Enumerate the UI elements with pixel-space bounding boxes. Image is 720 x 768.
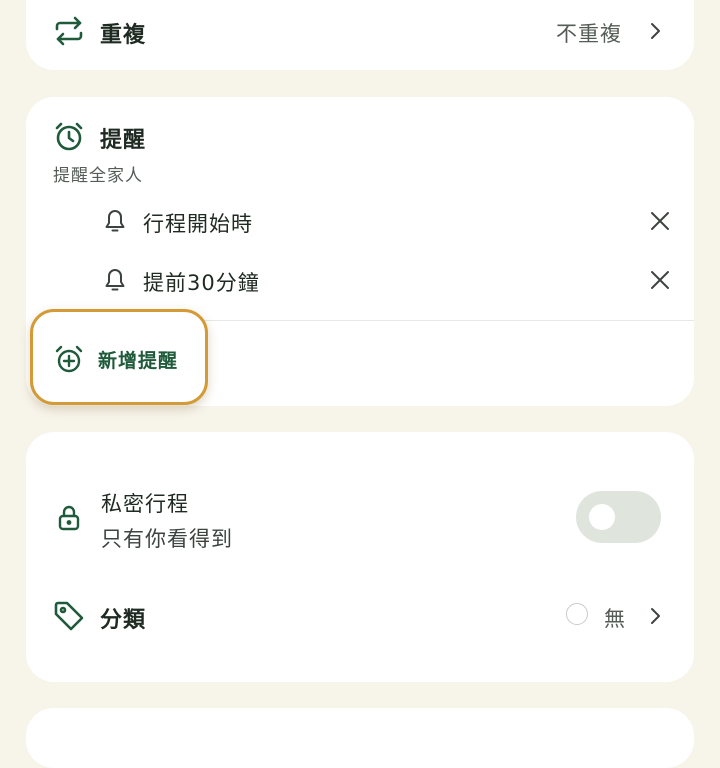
category-color-indicator[interactable] xyxy=(566,603,588,625)
lock-icon xyxy=(57,504,81,532)
next-card xyxy=(26,708,694,768)
repeat-title: 重複 xyxy=(100,23,147,48)
toggle-knob xyxy=(589,504,615,530)
reminder-item-label: 提前30分鐘 xyxy=(143,271,260,295)
category-title: 分類 xyxy=(100,608,147,633)
reminder-title: 提醒 xyxy=(100,128,147,153)
close-icon[interactable] xyxy=(649,269,671,291)
private-event-toggle[interactable] xyxy=(576,491,661,543)
reminder-item-label: 行程開始時 xyxy=(143,212,253,236)
repeat-value[interactable]: 不重複 xyxy=(556,18,622,48)
category-value[interactable]: 無 xyxy=(604,603,626,633)
close-icon[interactable] xyxy=(649,210,671,232)
reminder-subtitle: 提醒全家人 xyxy=(53,166,143,186)
settings-card xyxy=(26,432,694,682)
chevron-right-icon[interactable] xyxy=(648,21,662,41)
add-reminder-label[interactable]: 新增提醒 xyxy=(98,346,178,373)
private-event-subtitle: 只有你看得到 xyxy=(101,527,233,551)
tag-icon xyxy=(53,600,85,632)
private-event-title: 私密行程 xyxy=(101,492,189,516)
alarm-clock-icon xyxy=(53,121,85,153)
chevron-right-icon[interactable] xyxy=(648,606,662,626)
alarm-add-icon[interactable] xyxy=(54,345,84,375)
repeat-icon xyxy=(53,16,85,46)
bell-icon xyxy=(103,267,127,293)
bell-icon xyxy=(103,208,127,234)
